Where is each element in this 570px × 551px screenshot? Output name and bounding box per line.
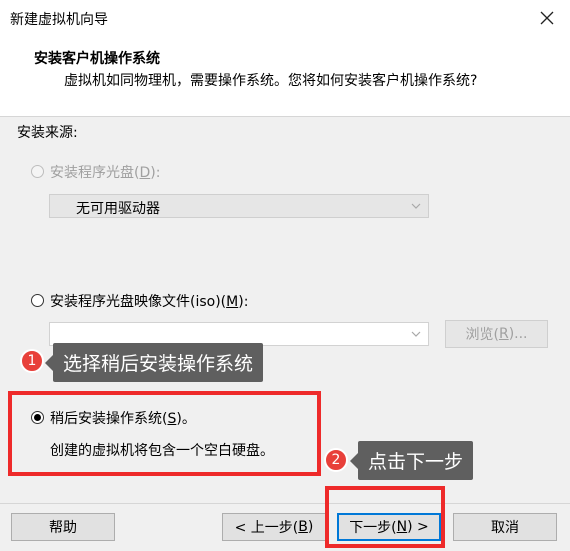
footer-divider — [0, 503, 570, 504]
window-title: 新建虚拟机向导 — [10, 12, 108, 28]
browse-button[interactable]: 浏览(R)... — [445, 320, 548, 348]
step2-tooltip: 点击下一步 — [349, 441, 474, 480]
step1-tooltip: 选择稍后安装操作系统 — [44, 343, 264, 382]
help-button[interactable]: 帮助 — [11, 513, 115, 541]
installer-iso-label: 安装程序光盘映像文件(iso)(M): — [50, 294, 249, 310]
page-title: 安装客户机操作系统 — [34, 51, 160, 67]
highlight-next-button — [325, 486, 445, 548]
highlight-install-later — [8, 391, 321, 476]
close-icon — [540, 11, 554, 25]
install-source-label: 安装来源: — [17, 125, 78, 141]
title-bar: 新建虚拟机向导 — [0, 0, 570, 38]
chevron-down-icon — [411, 331, 421, 337]
drive-select-value: 无可用驱动器 — [76, 201, 160, 217]
installer-disc-label: 安装程序光盘(D): — [50, 165, 161, 181]
chevron-down-icon — [411, 203, 421, 209]
close-button[interactable] — [532, 4, 562, 32]
step1-badge: 1 — [20, 349, 44, 373]
drive-select[interactable]: 无可用驱动器 — [49, 194, 429, 218]
radio-installer-iso[interactable] — [31, 294, 44, 307]
cancel-button[interactable]: 取消 — [453, 513, 557, 541]
step2-badge: 2 — [324, 448, 348, 472]
radio-installer-disc[interactable] — [31, 165, 44, 178]
wizard-header: 安装客户机操作系统 虚拟机如同物理机，需要操作系统。您将如何安装客户机操作系统? — [0, 37, 570, 117]
page-subtitle: 虚拟机如同物理机，需要操作系统。您将如何安装客户机操作系统? — [64, 73, 478, 89]
back-button[interactable]: < 上一步(B) — [222, 513, 326, 541]
